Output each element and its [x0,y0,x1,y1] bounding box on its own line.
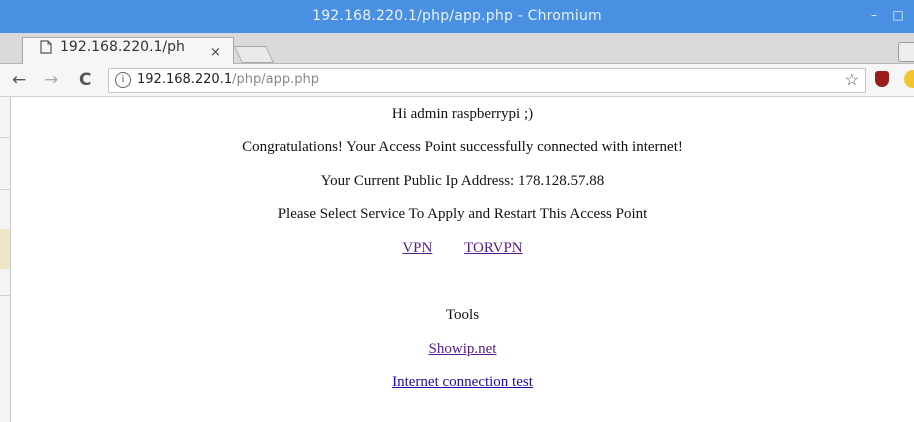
showip-link[interactable]: Showip.net [429,341,497,357]
reload-icon[interactable]: C [79,70,91,90]
torvpn-link[interactable]: TORVPN [464,240,523,256]
tab-strip: 192.168.220.1/ph × [0,33,914,65]
page-icon [40,40,52,54]
window-titlebar: 192.168.220.1/php/app.php - Chromium – □ [0,0,914,33]
tab-title: 192.168.220.1/ph [60,39,185,55]
tools-heading: Tools [445,307,480,323]
arrow-right-icon[interactable]: → [44,70,58,90]
tab-close-icon[interactable]: × [210,45,221,60]
window-title: 192.168.220.1/php/app.php - Chromium [312,8,602,24]
greeting-text: Hi admin raspberrypi ;) [391,106,534,122]
star-icon[interactable]: ☆ [845,70,859,90]
browser-toolbar: ← → C i 192.168.220.1/php/app.php ☆ [0,64,914,97]
vpn-link[interactable]: VPN [402,240,432,256]
url-text[interactable]: 192.168.220.1/php/app.php [137,72,319,87]
left-edge-panel [0,97,11,422]
url-host: 192.168.220.1 [137,72,233,87]
new-tab-button[interactable] [234,46,274,63]
address-bar[interactable]: i 192.168.220.1/php/app.php ☆ [108,68,866,93]
page-content: Hi admin raspberrypi ;) Congratulations!… [11,97,914,422]
profile-icon[interactable] [898,42,914,62]
service-links: VPN TORVPN [11,240,914,257]
maximize-icon[interactable]: □ [892,9,904,21]
congrats-text: Congratulations! Your Access Point succe… [242,139,683,155]
info-icon[interactable]: i [115,72,131,88]
select-service-text: Please Select Service To Apply and Resta… [277,206,648,222]
ublock-extension-icon[interactable] [875,71,889,87]
arrow-left-icon[interactable]: ← [12,70,26,90]
public-ip-text: Your Current Public Ip Address: 178.128.… [320,173,605,189]
minimize-icon[interactable]: – [868,9,880,21]
connection-test-link[interactable]: Internet connection test [392,374,533,390]
url-path: /php/app.php [232,72,319,87]
